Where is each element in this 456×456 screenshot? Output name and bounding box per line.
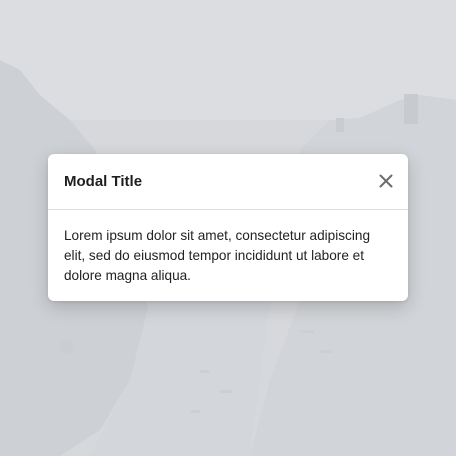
modal-body-text: Lorem ipsum dolor sit amet, consectetur …	[64, 228, 370, 283]
modal-dialog: Modal Title Lorem ipsum dolor sit amet, …	[48, 154, 408, 301]
close-icon	[376, 171, 396, 191]
modal-header: Modal Title	[48, 154, 408, 210]
modal-body: Lorem ipsum dolor sit amet, consectetur …	[48, 210, 408, 286]
modal-title: Modal Title	[64, 173, 143, 190]
close-button[interactable]	[376, 171, 396, 191]
